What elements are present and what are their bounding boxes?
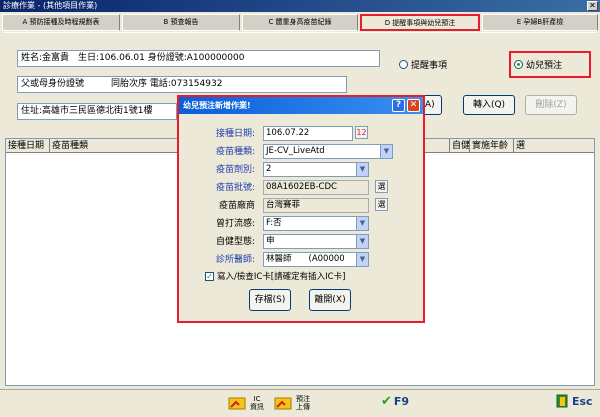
chevron-down-icon[interactable]: ▼ — [356, 163, 368, 176]
selfpay-label: 自健型態: — [215, 237, 255, 247]
esc-button[interactable]: Esc — [556, 394, 593, 408]
f9-label: F9 — [393, 395, 410, 408]
window-close-button[interactable]: ✕ — [587, 1, 598, 11]
radio-child-prereg[interactable]: 幼兒預注 — [514, 58, 562, 71]
window-title-bar: 診療作業 - (其他項目作業) ✕ — [0, 0, 600, 12]
ic-card-icon — [228, 397, 246, 410]
chevron-down-icon[interactable]: ▼ — [380, 145, 392, 158]
radio-reminders[interactable]: 提醒事項 — [399, 58, 447, 71]
radio-reminders-dot[interactable] — [399, 60, 408, 69]
exit-door-icon — [556, 394, 568, 408]
tab-checkup-report[interactable]: B 預查報告 — [122, 14, 240, 31]
prereg-upload-label: 預注 上傳 — [296, 395, 310, 411]
radio-child-prereg-label: 幼兒預注 — [526, 61, 563, 71]
checkbox-box[interactable]: ✓ — [205, 271, 214, 281]
dose-label: 疫苗劑別: — [215, 165, 255, 175]
chevron-down-icon[interactable]: ▼ — [356, 253, 368, 266]
date-label: 接種日期: — [215, 129, 255, 139]
dialog-title-bar: 幼兒預注新增作業! — [179, 97, 423, 114]
row-doctor: 診所醫師: 林醫師 (A00000 ▼ — [179, 252, 427, 268]
prereg-dialog: 幼兒預注新增作業! ? ✕ 接種日期: 106.07.22 12 疫苗種類: J… — [177, 95, 425, 323]
maker-label: 疫苗廠商 — [218, 201, 255, 211]
dialog-close-button[interactable]: ✕ — [407, 99, 420, 112]
radio-child-prereg-dot[interactable] — [514, 60, 523, 69]
ic-card-checkbox[interactable]: ✓ 寫入/檢查IC卡[請確定有插入IC卡] — [205, 270, 345, 282]
col-date[interactable]: 接種日期 — [6, 139, 50, 153]
doctor-select[interactable]: 林醫師 (A00000 ▼ — [263, 252, 369, 267]
f9-button[interactable]: ✔ F9 — [381, 394, 409, 409]
row-vaccine: 疫苗種類: JE-CV_LiveAtd ▼ — [179, 144, 427, 160]
dose-select[interactable]: 2 ▼ — [263, 162, 369, 177]
row-date: 接種日期: 106.07.22 12 — [179, 126, 427, 142]
tab-bar: A 預防接種及時程規劃表 B 預查報告 C 體重身高疫苗紀錄 D 提醒事項與幼兒… — [2, 14, 598, 31]
maker-value: 台灣賽菲 — [263, 198, 369, 213]
calendar-icon[interactable]: 12 — [355, 126, 368, 139]
mode-radio-group: 提醒事項 幼兒預注 — [393, 51, 591, 79]
maker-select-button[interactable]: 選 — [375, 198, 388, 211]
patient-name-line: 姓名:金富貴 生日:106.06.01 身份證號:A100000000 — [17, 50, 380, 67]
col-age[interactable]: 實施年齡 — [470, 139, 514, 153]
dose-value: 2 — [266, 164, 272, 174]
ic-info-label: IC 資訊 — [250, 395, 264, 411]
esc-label: Esc — [572, 394, 593, 408]
radio-reminders-label: 提醒事項 — [411, 61, 448, 71]
tab-pregnancy-hepb[interactable]: E 孕婦B肝產檢 — [482, 14, 598, 31]
col-selfpay[interactable]: 自健型態 — [450, 139, 470, 153]
lot-select-button[interactable]: 選 — [375, 180, 388, 193]
row-flu: 曾打流感: F:否 ▼ — [179, 216, 427, 232]
ic-card-label: 寫入/檢查IC卡[請確定有插入IC卡] — [217, 272, 346, 282]
save-button[interactable]: 存檔(S) — [249, 289, 291, 311]
upload-icon — [274, 397, 292, 410]
tab-vaccination-schedule[interactable]: A 預防接種及時程規劃表 — [2, 14, 120, 31]
row-dose: 疫苗劑別: 2 ▼ — [179, 162, 427, 178]
status-bar: IC 資訊 預注 上傳 ✔ F9 Esc — [0, 389, 600, 417]
flu-select[interactable]: F:否 ▼ — [263, 216, 369, 231]
delete-button[interactable]: 刪除(Z) — [525, 95, 577, 115]
tab-reminders-prereg[interactable]: D 提醒事項與幼兒預注 — [360, 14, 480, 31]
import-button[interactable]: 轉入(Q) — [463, 95, 515, 115]
chevron-down-icon[interactable]: ▼ — [356, 235, 368, 248]
doctor-label: 診所醫師: — [215, 255, 255, 265]
col-select[interactable]: 選 — [514, 139, 594, 153]
selfpay-select[interactable]: 申 ▼ — [263, 234, 369, 249]
vaccine-select[interactable]: JE-CV_LiveAtd ▼ — [263, 144, 393, 159]
flu-label: 曾打流感: — [215, 219, 255, 229]
vaccine-value: JE-CV_LiveAtd — [266, 146, 325, 156]
dialog-title: 幼兒預注新增作業! — [183, 101, 251, 110]
lot-label: 疫苗批號: — [215, 183, 255, 193]
row-selfpay: 自健型態: 申 ▼ — [179, 234, 427, 250]
row-lot: 疫苗批號: 08A1602EB-CDC 選 — [179, 180, 427, 196]
check-icon: ✔ — [381, 394, 392, 409]
prereg-upload-button[interactable]: 預注 上傳 — [274, 394, 310, 412]
selfpay-value: 申 — [266, 236, 275, 246]
patient-address-line: 住址:高雄市三民區德北街1號1樓 — [17, 103, 177, 120]
dialog-help-button[interactable]: ? — [392, 99, 405, 112]
vaccine-label: 疫苗種類: — [215, 147, 255, 157]
leave-button[interactable]: 離開(X) — [309, 289, 351, 311]
date-input[interactable]: 106.07.22 — [263, 126, 353, 141]
ic-info-button[interactable]: IC 資訊 — [228, 394, 264, 412]
lot-value: 08A1602EB-CDC — [263, 180, 369, 195]
window-title: 診療作業 - (其他項目作業) — [3, 1, 98, 10]
patient-parent-line: 父或母身份證號 同胎次序 電話:073154932 — [17, 76, 347, 93]
tab-growth-records[interactable]: C 體重身高疫苗紀錄 — [242, 14, 358, 31]
row-maker: 疫苗廠商 台灣賽菲 選 — [179, 198, 427, 214]
doctor-value: 林醫師 (A00000 — [266, 254, 345, 264]
flu-value: F:否 — [266, 218, 282, 228]
chevron-down-icon[interactable]: ▼ — [356, 217, 368, 230]
